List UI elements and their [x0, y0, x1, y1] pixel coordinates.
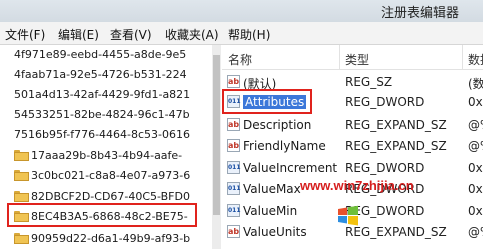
- value-data: 0x0: [468, 161, 483, 175]
- menu-file[interactable]: 文件(F): [5, 26, 45, 43]
- column-type-header[interactable]: 类型: [345, 51, 369, 68]
- column-data-header[interactable]: 数据: [468, 51, 483, 68]
- value-name: ValueMax: [243, 182, 301, 196]
- value-name: ValueMin: [243, 204, 298, 218]
- menu-bar: 文件(F) 编辑(E) 查看(V) 收藏夹(A) 帮助(H): [0, 22, 483, 45]
- value-name: Description: [243, 118, 312, 132]
- tree-item[interactable]: 3c0bc021-c8a8-4e07-a973-6: [0, 166, 212, 186]
- value-data: @%: [468, 225, 483, 239]
- column-header: 名称 类型 数据: [222, 45, 483, 70]
- tree-item[interactable]: 90959d22-d6a1-49b9-af93-b: [0, 229, 212, 249]
- selected-key-highlight: [7, 203, 197, 227]
- value-data: @%: [468, 118, 483, 132]
- menu-favorites[interactable]: 收藏夹(A): [165, 26, 219, 43]
- value-type: REG_DWORD: [345, 95, 425, 109]
- attributes-highlight: [222, 89, 312, 114]
- tree-item-label: 54533251-82be-4824-96c1-47b: [14, 108, 190, 121]
- tree-item-label: 82DBCF2D-CD67-40C5-BFD0: [31, 190, 190, 203]
- menu-help[interactable]: 帮助(H): [228, 26, 270, 43]
- string-value-icon: ab: [227, 75, 240, 88]
- value-data: 0x0: [468, 182, 483, 196]
- tree-scrollbar[interactable]: [212, 45, 221, 249]
- tree-item-label: 90959d22-d6a1-49b9-af93-b: [31, 232, 191, 245]
- tree-item[interactable]: 4f971e89-eebd-4455-a8de-9e5: [0, 45, 212, 65]
- folder-icon: [14, 150, 29, 161]
- value-data: (数: [468, 77, 483, 91]
- binary-value-icon: 011: [227, 182, 241, 195]
- scrollbar-thumb[interactable]: [213, 55, 220, 215]
- column-divider[interactable]: [339, 45, 340, 69]
- tree-item[interactable]: 17aaa29b-8b43-4b94-aafe-: [0, 146, 212, 166]
- watermark-logo: [336, 197, 360, 231]
- value-row[interactable]: ab FriendlyName REG_EXPAND_SZ @%: [222, 136, 483, 156]
- column-divider[interactable]: [462, 45, 463, 69]
- binary-value-icon: 011: [227, 161, 241, 174]
- windows-logo-icon: [338, 205, 358, 226]
- value-type: REG_SZ: [345, 75, 393, 89]
- folder-icon: [14, 170, 29, 181]
- watermark-url: www.win7zhijia.cn: [300, 178, 414, 193]
- value-name: FriendlyName: [243, 139, 326, 153]
- value-name: ValueUnits: [243, 225, 307, 239]
- window-title: 注册表编辑器: [381, 6, 460, 21]
- key-tree-pane[interactable]: 4f971e89-eebd-4455-a8de-9e5 4faab71a-92e…: [0, 45, 213, 249]
- folder-icon: [14, 233, 29, 244]
- string-value-icon: ab: [227, 139, 240, 152]
- tree-item[interactable]: 4faab71a-92e5-4726-b531-224: [0, 65, 212, 85]
- value-type: REG_EXPAND_SZ: [345, 225, 447, 239]
- column-name-header[interactable]: 名称: [228, 51, 252, 68]
- tree-item-label: 17aaa29b-8b43-4b94-aafe-: [31, 149, 183, 162]
- tree-item-label: 7516b95f-f776-4464-8c53-0616: [14, 128, 191, 141]
- tree-item-label: 501a4d13-42af-4429-9fd1-a821: [14, 88, 191, 101]
- binary-value-icon: 011: [227, 204, 241, 217]
- tree-item[interactable]: 54533251-82be-4824-96c1-47b: [0, 105, 212, 125]
- value-row[interactable]: 011 ValueIncrement REG_DWORD 0x0: [222, 158, 483, 178]
- tree-item[interactable]: 7516b95f-f776-4464-8c53-0616: [0, 125, 212, 145]
- tree-item-label: 3c0bc021-c8a8-4e07-a973-6: [31, 169, 191, 182]
- tree-item-label: 4faab71a-92e5-4726-b531-224: [14, 68, 187, 81]
- value-data: 0x0: [468, 95, 483, 109]
- tree-item-label: 4f971e89-eebd-4455-a8de-9e5: [14, 48, 187, 61]
- value-name: ValueIncrement: [243, 161, 338, 175]
- value-data: 0x0: [468, 204, 483, 218]
- value-data: @%: [468, 139, 483, 153]
- string-value-icon: ab: [227, 118, 240, 131]
- value-type: REG_DWORD: [345, 161, 425, 175]
- tree-item[interactable]: 501a4d13-42af-4429-9fd1-a821: [0, 85, 212, 105]
- value-type: REG_EXPAND_SZ: [345, 139, 447, 153]
- menu-view[interactable]: 查看(V): [110, 26, 152, 43]
- string-value-icon: ab: [227, 225, 240, 238]
- value-type: REG_EXPAND_SZ: [345, 118, 447, 132]
- menu-edit[interactable]: 编辑(E): [58, 26, 99, 43]
- value-row[interactable]: ab Description REG_EXPAND_SZ @%: [222, 115, 483, 135]
- folder-icon: [14, 191, 29, 202]
- title-bar: 注册表编辑器: [0, 0, 483, 22]
